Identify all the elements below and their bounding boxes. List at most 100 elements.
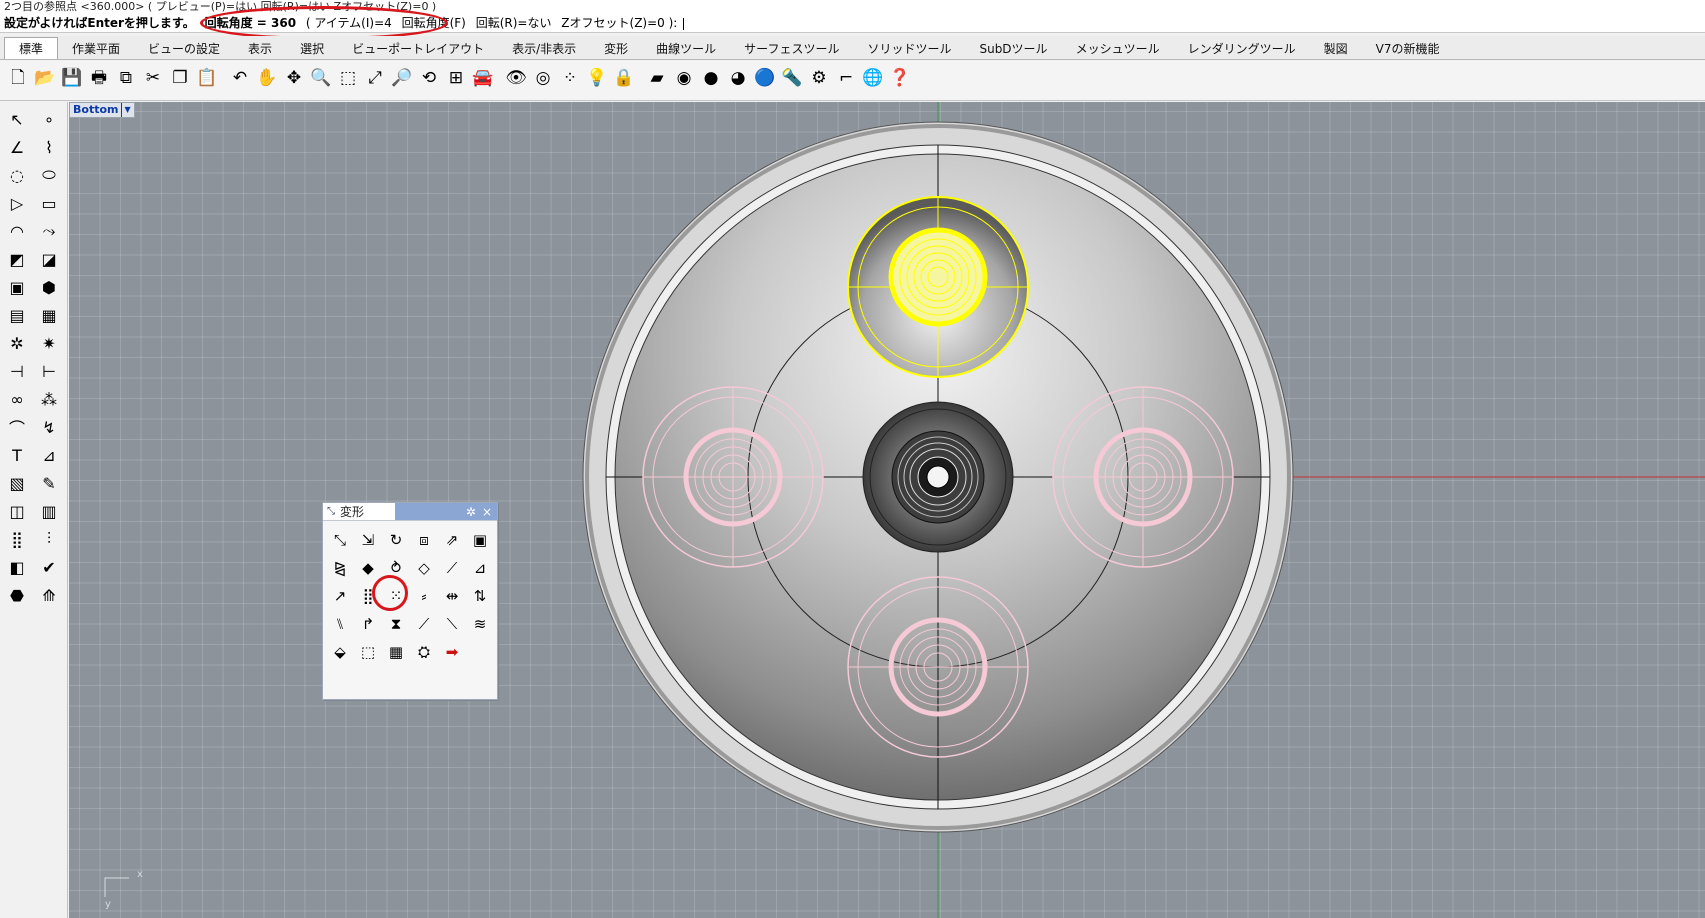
export-icon[interactable]: ⧉: [113, 65, 139, 91]
viewport-bottom[interactable]: Bottom ▼ x y: [69, 102, 1705, 918]
copy-icon[interactable]: ❐: [167, 65, 193, 91]
tab-6[interactable]: 表示/非表示: [498, 39, 590, 59]
array-curve-icon[interactable]: ⸗: [411, 583, 437, 609]
shaded-sphere-icon[interactable]: ●: [698, 65, 724, 91]
color-wheel-icon[interactable]: ◉: [671, 65, 697, 91]
group-icon[interactable]: ⁂: [36, 386, 62, 412]
tab-7[interactable]: 変形: [590, 39, 642, 59]
polygon-icon[interactable]: ▷: [4, 190, 30, 216]
tab-5[interactable]: ビューポートレイアウト: [338, 39, 498, 59]
array-polar-icon[interactable]: ⁙: [383, 583, 409, 609]
rendered-sphere-icon[interactable]: ◕: [725, 65, 751, 91]
scale-icon[interactable]: ⧈: [411, 527, 437, 553]
osnap-target-icon[interactable]: ◎: [530, 65, 556, 91]
car-icon[interactable]: 🚘: [470, 65, 496, 91]
open-folder-icon[interactable]: 📂: [32, 65, 58, 91]
wave-icon[interactable]: ≋: [467, 611, 493, 637]
viewport-canvas[interactable]: [69, 102, 1705, 918]
tab-2[interactable]: ビューの設定: [134, 39, 234, 59]
stretch-icon[interactable]: ⟋: [411, 611, 437, 637]
check-icon[interactable]: ✔: [36, 554, 62, 580]
surface-extrude-icon[interactable]: ◪: [36, 246, 62, 272]
tab-0[interactable]: 標準: [4, 37, 59, 59]
shear-icon[interactable]: ⊿: [467, 555, 493, 581]
twist-icon[interactable]: ⥁: [383, 555, 409, 581]
align-icon[interactable]: ◆: [355, 555, 381, 581]
trim-icon[interactable]: ⊣: [4, 358, 30, 384]
set-points-icon[interactable]: ↗: [327, 583, 353, 609]
tab-10[interactable]: ソリッドツール: [853, 39, 965, 59]
rectangle-icon[interactable]: ▭: [36, 190, 62, 216]
hide-eye-icon[interactable]: 👁: [503, 65, 529, 91]
option-zoffset[interactable]: Zオフセット(Z)=0 ):: [561, 16, 677, 30]
flow-icon[interactable]: ↱: [355, 611, 381, 637]
grid-array-icon[interactable]: ⣿: [4, 526, 30, 552]
sphere-morph-icon[interactable]: ⛭: [411, 639, 437, 665]
analyze-icon[interactable]: ◧: [4, 554, 30, 580]
named-view-icon[interactable]: ◫: [4, 498, 30, 524]
array-linear-icon[interactable]: ⫶: [36, 526, 62, 552]
layer-icon[interactable]: ▰: [644, 65, 670, 91]
zoom-dynamic-icon[interactable]: 🔍: [308, 65, 334, 91]
array-linear-icon[interactable]: ⇹: [439, 583, 465, 609]
viewport-layout-icon[interactable]: ⊞: [443, 65, 469, 91]
bend-icon[interactable]: ⑊: [327, 611, 353, 637]
undo-icon[interactable]: ↶: [227, 65, 253, 91]
mirror-icon[interactable]: ⧎: [327, 555, 353, 581]
undo-view-icon[interactable]: ⟲: [416, 65, 442, 91]
curve-fillet-icon[interactable]: ⤳: [36, 218, 62, 244]
zoom-extents-icon[interactable]: ⤢: [362, 65, 388, 91]
command-prompt[interactable]: 設定がよければEnterを押します。 回転角度 = 360 ( アイテム(I)=…: [0, 15, 1705, 33]
tab-1[interactable]: 作業平面: [58, 39, 134, 59]
point-edit-icon[interactable]: ⁘: [557, 65, 583, 91]
lock-icon[interactable]: 🔒: [611, 65, 637, 91]
arc-icon[interactable]: ◠: [4, 218, 30, 244]
zoom-window-icon[interactable]: ⬚: [335, 65, 361, 91]
box-edit-icon[interactable]: ▣: [467, 527, 493, 553]
text-tool-icon[interactable]: T: [4, 442, 30, 468]
tab-15[interactable]: V7の新機能: [1362, 39, 1454, 59]
tab-12[interactable]: メッシュツール: [1062, 39, 1174, 59]
option-fill-angle[interactable]: 回転角度(F): [402, 16, 466, 30]
taper-icon[interactable]: ⟋: [439, 555, 465, 581]
rebuild-icon[interactable]: ↯: [36, 414, 62, 440]
join-icon[interactable]: ∞: [4, 386, 30, 412]
edit-point-icon[interactable]: ⌒: [4, 414, 30, 440]
cplane-icon[interactable]: ▥: [36, 498, 62, 524]
arrow-next-icon[interactable]: ➡: [439, 639, 465, 665]
option-rotate[interactable]: 回転(R)=ない: [476, 16, 552, 30]
paste-icon[interactable]: 📋: [194, 65, 220, 91]
rotate-view-icon[interactable]: ✥: [281, 65, 307, 91]
orient-icon[interactable]: ⇗: [439, 527, 465, 553]
close-icon[interactable]: ×: [482, 505, 492, 519]
zoom-selected-icon[interactable]: 🔎: [389, 65, 415, 91]
morph-icon[interactable]: ⬚: [355, 639, 381, 665]
save-icon[interactable]: 💾: [59, 65, 85, 91]
array-grid-icon[interactable]: ⣿: [355, 583, 381, 609]
polyline-icon[interactable]: ∠: [4, 134, 30, 160]
tab-9[interactable]: サーフェスツール: [730, 39, 853, 59]
explode-icon[interactable]: ✷: [36, 330, 62, 356]
select-arrow-icon[interactable]: ↖: [4, 106, 30, 132]
options-gear-icon[interactable]: ⚙: [806, 65, 832, 91]
grid-surface-icon[interactable]: ▦: [383, 639, 409, 665]
option-items[interactable]: ( アイテム(I)=4: [306, 16, 392, 30]
rotate-icon[interactable]: ↻: [383, 527, 409, 553]
light-bulb-icon[interactable]: 💡: [584, 65, 610, 91]
ellipse-icon[interactable]: ⬭: [36, 162, 62, 188]
dimension-icon[interactable]: ⌐: [833, 65, 859, 91]
render-blue-sphere-icon[interactable]: 🔵: [752, 65, 778, 91]
pan-hand-icon[interactable]: ✋: [254, 65, 280, 91]
new-file-icon[interactable]: 🗋: [5, 65, 31, 91]
cut-icon[interactable]: ✂: [140, 65, 166, 91]
spotlight-icon[interactable]: 🔦: [779, 65, 805, 91]
copy-icon[interactable]: ⇲: [355, 527, 381, 553]
gear-group-icon[interactable]: ✲: [4, 330, 30, 356]
tab-14[interactable]: 製図: [1310, 39, 1362, 59]
viewport-title[interactable]: Bottom ▼: [69, 102, 135, 118]
point-icon[interactable]: ∘: [36, 106, 62, 132]
boolean-union-icon[interactable]: ⬢: [36, 274, 62, 300]
tab-8[interactable]: 曲線ツール: [642, 39, 730, 59]
cage-icon[interactable]: ⬙: [327, 639, 353, 665]
tab-11[interactable]: SubDツール: [965, 39, 1061, 59]
